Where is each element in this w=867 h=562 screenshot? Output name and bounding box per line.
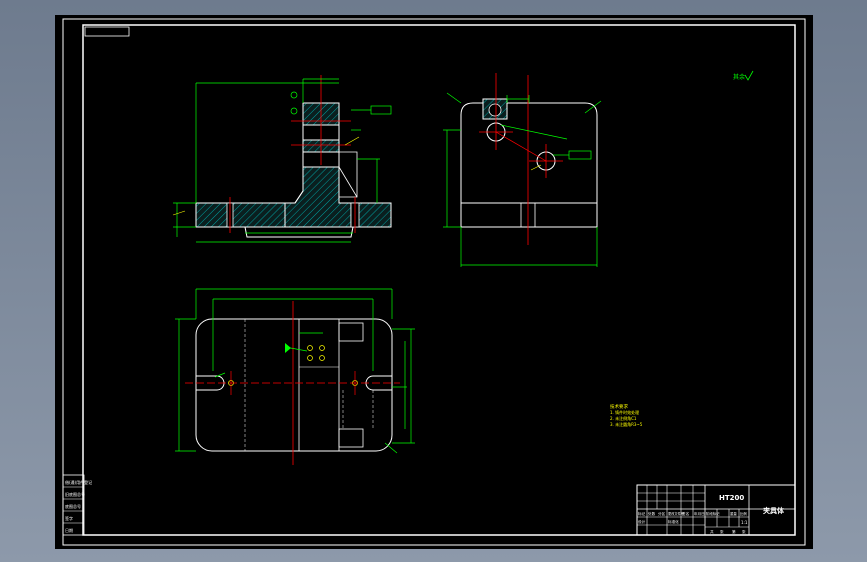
inner-frame	[82, 24, 796, 536]
part-code: HT200	[719, 494, 744, 502]
tech-requirements: 技术要求 1. 铸件时效处理 2. 未注倒角C1 3. 未注圆角R3~5	[610, 403, 643, 427]
roughness-note: 其余	[733, 70, 754, 81]
outer-frame	[62, 18, 806, 546]
side-label-0: 借(通)用件登记	[65, 479, 92, 485]
stage-cell-1: 重量	[730, 511, 737, 516]
roughness-note-text: 其余	[733, 73, 745, 81]
side-label-2: 底图总号	[65, 503, 81, 509]
sheet-cell-1: 张	[720, 529, 724, 534]
header-cell-4: 签名	[682, 511, 690, 516]
front-section-view	[172, 75, 392, 243]
side-label-4: 日期	[65, 527, 73, 533]
header-cell-5: 年月日	[694, 511, 705, 516]
code-box	[84, 26, 130, 37]
top-view	[175, 288, 415, 465]
sheet-cell-2: 第	[732, 529, 736, 534]
header-cell-1: 处数	[648, 511, 656, 516]
part-name: 夹具体	[763, 506, 785, 515]
side-label-strip: 借(通)用件登记 旧底图总号 底图总号 签字 日期	[62, 474, 92, 536]
header-cell-0: 标记	[638, 511, 646, 516]
tech-requirement-1: 1. 铸件时效处理	[610, 409, 639, 415]
drawing-sheet: 借(通)用件登记 旧底图总号 底图总号 签字 日期 其余 技术要求 1. 铸件时…	[55, 15, 813, 549]
tech-requirement-2: 2. 未注倒角C1	[610, 415, 637, 421]
tech-requirements-title: 技术要求	[610, 403, 628, 410]
sheet-cell-3: 张	[742, 529, 746, 534]
role-design: 设计	[638, 519, 646, 524]
tech-requirement-3: 3. 未注圆角R3~5	[610, 421, 643, 427]
side-label-1: 旧底图总号	[65, 491, 85, 497]
header-cell-2: 分区	[658, 511, 666, 516]
side-label-3: 签字	[65, 515, 73, 521]
side-view	[443, 73, 602, 267]
stage-cell-2: 比例	[740, 511, 747, 516]
scale-value: 1:1	[741, 520, 748, 525]
cad-drawing: 借(通)用件登记 旧底图总号 底图总号 签字 日期 其余 技术要求 1. 铸件时…	[62, 18, 806, 546]
role-standard: 标准化	[668, 519, 679, 524]
stage-cell-0: 阶段标记	[706, 511, 720, 516]
sheet-cell-0: 共	[710, 529, 714, 534]
title-block: 标记 处数 分区 更改文件号 签名 年月日 设计 标准化 阶段标记 重量 比例 …	[636, 484, 796, 536]
